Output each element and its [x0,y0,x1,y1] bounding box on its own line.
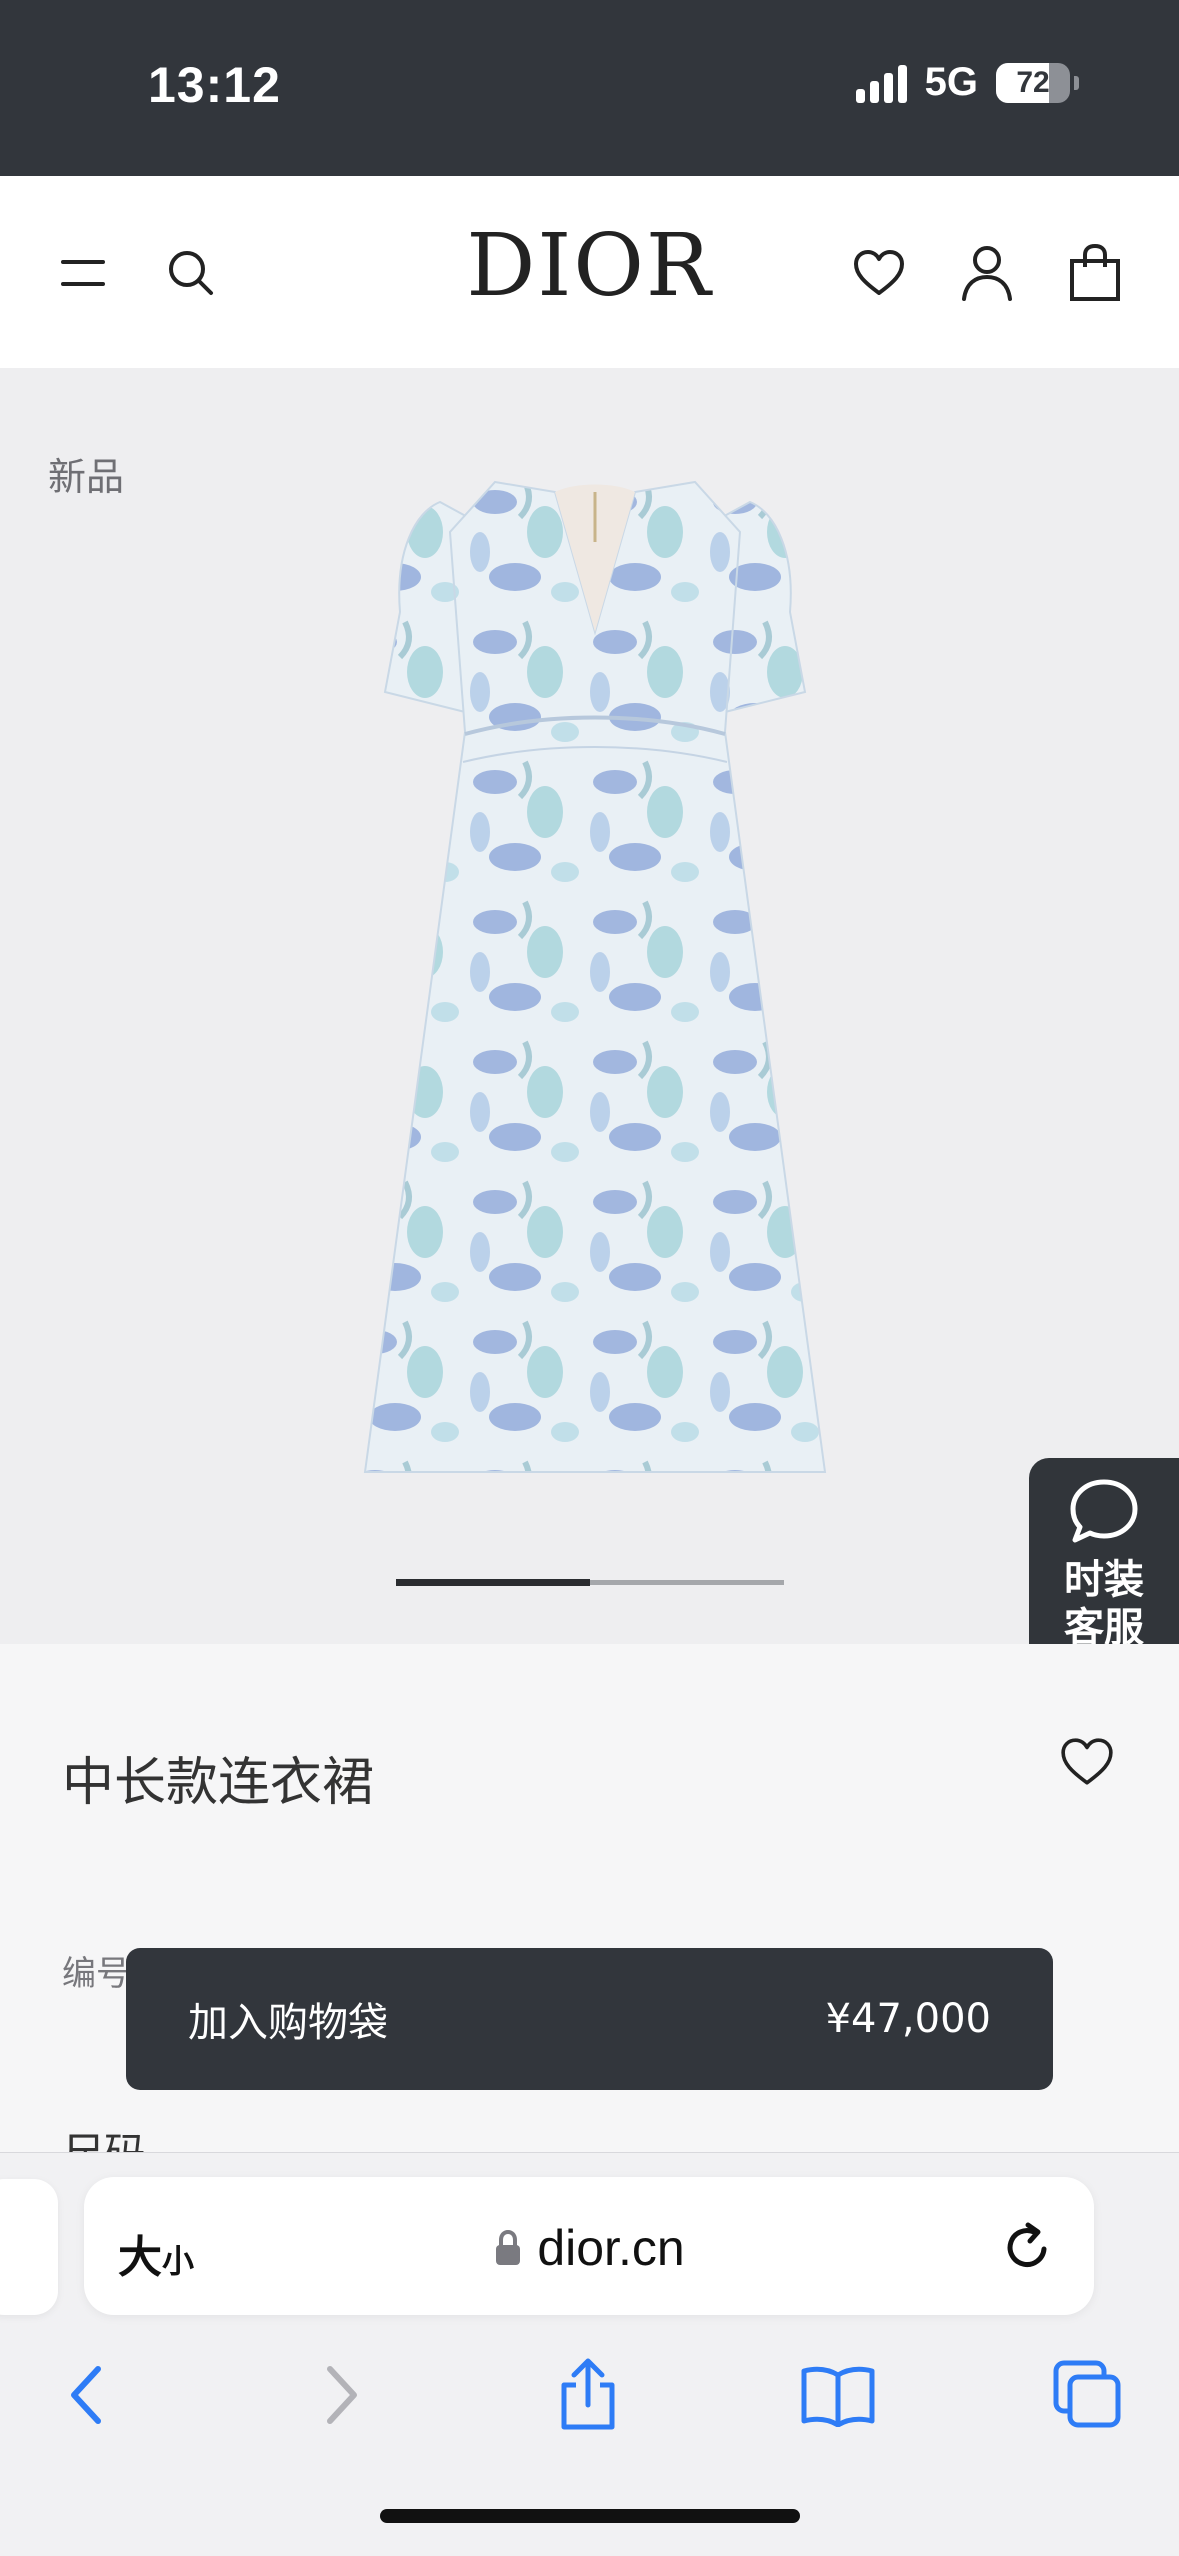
add-to-bag-button[interactable]: 加入购物袋 ¥47,000 [126,1948,1053,2090]
chat-label-line1: 时装 [1064,1557,1144,1603]
carousel-active-segment [396,1579,590,1586]
site-header: DIOR [0,176,1179,368]
browser-chrome: 大小 dior.cn [0,2152,1179,2556]
user-icon[interactable] [952,238,1022,308]
add-to-bag-label: 加入购物袋 [188,2000,388,2046]
product-image-dress[interactable] [345,472,845,1482]
reload-icon[interactable] [998,2217,1058,2277]
status-indicators: 5G 72 [855,60,1079,105]
share-icon[interactable] [548,2355,628,2435]
product-name: 中长款连衣裙 [62,1753,375,1813]
size-label: 尺码 [62,2120,146,2152]
back-icon[interactable] [46,2355,126,2435]
product-gallery[interactable]: 新品 [0,368,1179,1644]
wishlist-heart-icon[interactable] [844,238,914,308]
tabs-icon[interactable] [1048,2355,1128,2435]
address-bar[interactable]: 大小 dior.cn [84,2177,1094,2315]
status-time: 13:12 [148,57,281,113]
home-indicator[interactable] [380,2509,800,2523]
carousel-indicator [396,1579,784,1586]
network-type: 5G [924,60,978,104]
new-badge: 新品 [48,455,125,499]
browser-toolbar [0,2345,1179,2455]
lock-icon [496,2229,521,2265]
reference-label: 编号 [62,1954,130,1994]
cellular-signal-icon [855,63,907,103]
shopping-bag-icon[interactable] [1060,238,1130,308]
favorite-heart-icon[interactable] [1059,1736,1115,1792]
previous-tab-peek[interactable] [0,2179,58,2315]
chat-bubble-icon [1070,1479,1138,1543]
bookmarks-icon[interactable] [798,2355,878,2435]
battery-icon: 72 [996,62,1070,103]
status-bar: 13:12 5G 72 [0,0,1179,176]
url-text: dior.cn [537,2220,685,2276]
url-display[interactable]: dior.cn [84,2219,1094,2277]
forward-icon[interactable] [302,2355,382,2435]
battery-percent: 72 [1016,65,1050,99]
product-price: ¥47,000 [825,1996,991,2042]
battery-tip [1074,75,1079,90]
